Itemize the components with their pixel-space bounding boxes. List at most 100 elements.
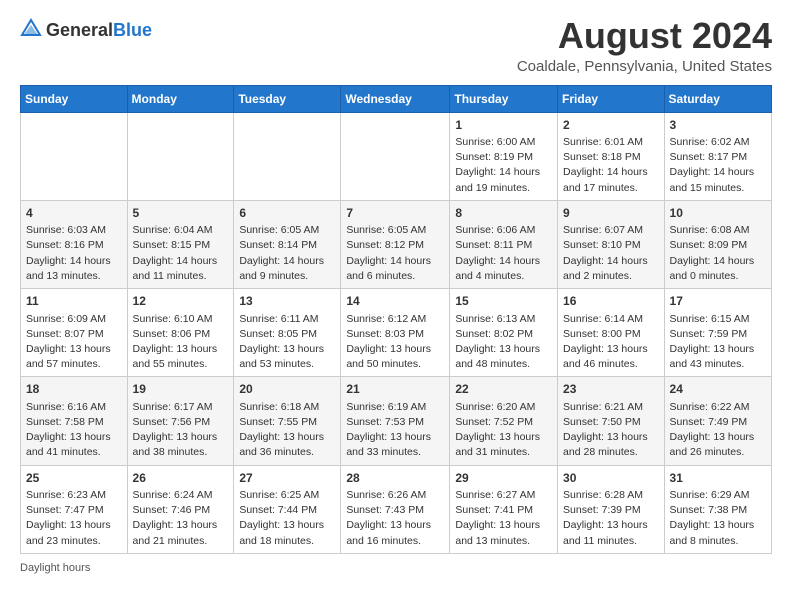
- col-header-tuesday: Tuesday: [234, 85, 341, 112]
- calendar-week-row: 18Sunrise: 6:16 AMSunset: 7:58 PMDayligh…: [21, 377, 772, 465]
- day-data: Daylight: 13 hours and 38 minutes.: [133, 430, 229, 460]
- calendar-cell: [341, 112, 450, 200]
- day-number: 22: [455, 381, 552, 398]
- logo-blue: Blue: [113, 21, 152, 39]
- day-data: Sunset: 7:55 PM: [239, 415, 335, 430]
- day-data: Daylight: 13 hours and 41 minutes.: [26, 430, 122, 460]
- page-header: GeneralBlue August 2024 Coaldale, Pennsy…: [20, 16, 772, 75]
- day-data: Sunrise: 6:14 AM: [563, 312, 659, 327]
- calendar-cell: 6Sunrise: 6:05 AMSunset: 8:14 PMDaylight…: [234, 200, 341, 288]
- day-data: Sunrise: 6:28 AM: [563, 488, 659, 503]
- calendar-cell: 28Sunrise: 6:26 AMSunset: 7:43 PMDayligh…: [341, 465, 450, 553]
- day-data: Sunset: 7:46 PM: [133, 503, 229, 518]
- day-data: Sunset: 8:16 PM: [26, 238, 122, 253]
- calendar-cell: 25Sunrise: 6:23 AMSunset: 7:47 PMDayligh…: [21, 465, 128, 553]
- day-data: Sunset: 7:58 PM: [26, 415, 122, 430]
- subtitle: Coaldale, Pennsylvania, United States: [517, 58, 772, 75]
- calendar-cell: 18Sunrise: 6:16 AMSunset: 7:58 PMDayligh…: [21, 377, 128, 465]
- day-data: Daylight: 13 hours and 53 minutes.: [239, 342, 335, 372]
- day-data: Sunrise: 6:02 AM: [670, 135, 766, 150]
- day-data: Sunset: 7:50 PM: [563, 415, 659, 430]
- calendar-cell: 31Sunrise: 6:29 AMSunset: 7:38 PMDayligh…: [664, 465, 771, 553]
- day-data: Sunset: 7:43 PM: [346, 503, 444, 518]
- calendar-cell: 27Sunrise: 6:25 AMSunset: 7:44 PMDayligh…: [234, 465, 341, 553]
- day-data: Sunset: 8:19 PM: [455, 150, 552, 165]
- day-data: Sunrise: 6:20 AM: [455, 400, 552, 415]
- day-data: Sunset: 8:09 PM: [670, 238, 766, 253]
- day-data: Daylight: 14 hours and 13 minutes.: [26, 254, 122, 284]
- day-number: 27: [239, 470, 335, 487]
- daylight-hours-label: Daylight hours: [20, 562, 90, 574]
- col-header-friday: Friday: [558, 85, 665, 112]
- calendar-cell: 26Sunrise: 6:24 AMSunset: 7:46 PMDayligh…: [127, 465, 234, 553]
- logo: GeneralBlue: [20, 16, 152, 43]
- day-number: 3: [670, 117, 766, 134]
- day-data: Daylight: 13 hours and 26 minutes.: [670, 430, 766, 460]
- day-number: 6: [239, 205, 335, 222]
- day-data: Sunset: 8:12 PM: [346, 238, 444, 253]
- day-data: Sunrise: 6:07 AM: [563, 223, 659, 238]
- day-data: Daylight: 13 hours and 31 minutes.: [455, 430, 552, 460]
- day-data: Daylight: 13 hours and 46 minutes.: [563, 342, 659, 372]
- calendar-cell: 16Sunrise: 6:14 AMSunset: 8:00 PMDayligh…: [558, 289, 665, 377]
- day-data: Sunset: 7:38 PM: [670, 503, 766, 518]
- calendar-cell: 30Sunrise: 6:28 AMSunset: 7:39 PMDayligh…: [558, 465, 665, 553]
- day-data: Sunrise: 6:19 AM: [346, 400, 444, 415]
- col-header-thursday: Thursday: [450, 85, 558, 112]
- day-number: 1: [455, 117, 552, 134]
- day-number: 19: [133, 381, 229, 398]
- calendar-cell: 2Sunrise: 6:01 AMSunset: 8:18 PMDaylight…: [558, 112, 665, 200]
- calendar-cell: 13Sunrise: 6:11 AMSunset: 8:05 PMDayligh…: [234, 289, 341, 377]
- col-header-sunday: Sunday: [21, 85, 128, 112]
- day-data: Sunrise: 6:08 AM: [670, 223, 766, 238]
- calendar-cell: 19Sunrise: 6:17 AMSunset: 7:56 PMDayligh…: [127, 377, 234, 465]
- day-number: 24: [670, 381, 766, 398]
- day-number: 7: [346, 205, 444, 222]
- day-data: Sunrise: 6:05 AM: [239, 223, 335, 238]
- day-number: 20: [239, 381, 335, 398]
- day-data: Sunrise: 6:01 AM: [563, 135, 659, 150]
- day-data: Daylight: 13 hours and 50 minutes.: [346, 342, 444, 372]
- day-data: Sunrise: 6:24 AM: [133, 488, 229, 503]
- calendar-cell: 20Sunrise: 6:18 AMSunset: 7:55 PMDayligh…: [234, 377, 341, 465]
- day-data: Sunset: 8:14 PM: [239, 238, 335, 253]
- day-data: Sunset: 7:59 PM: [670, 327, 766, 342]
- calendar-cell: 21Sunrise: 6:19 AMSunset: 7:53 PMDayligh…: [341, 377, 450, 465]
- footer-note: Daylight hours: [20, 562, 772, 574]
- day-number: 23: [563, 381, 659, 398]
- day-number: 29: [455, 470, 552, 487]
- day-data: Sunset: 8:03 PM: [346, 327, 444, 342]
- day-number: 26: [133, 470, 229, 487]
- day-number: 25: [26, 470, 122, 487]
- calendar-cell: 23 Sunrise: 6:21 AMSunset: 7:50 PMDayligh…: [558, 377, 665, 465]
- day-data: Sunrise: 6:03 AM: [26, 223, 122, 238]
- day-data: Sunset: 8:02 PM: [455, 327, 552, 342]
- day-number: 10: [670, 205, 766, 222]
- day-data: Sunset: 7:52 PM: [455, 415, 552, 430]
- day-data: Daylight: 14 hours and 17 minutes.: [563, 165, 659, 195]
- day-number: 2: [563, 117, 659, 134]
- calendar-cell: 4Sunrise: 6:03 AMSunset: 8:16 PMDaylight…: [21, 200, 128, 288]
- calendar-cell: 24Sunrise: 6:22 AMSunset: 7:49 PMDayligh…: [664, 377, 771, 465]
- calendar-cell: 22 Sunrise: 6:20 AMSunset: 7:52 PMDayligh…: [450, 377, 558, 465]
- day-data: Sunrise: 6:21 AM: [563, 400, 659, 415]
- day-number: 13: [239, 293, 335, 310]
- day-data: Daylight: 13 hours and 28 minutes.: [563, 430, 659, 460]
- col-header-saturday: Saturday: [664, 85, 771, 112]
- day-data: Daylight: 14 hours and 9 minutes.: [239, 254, 335, 284]
- day-data: Sunset: 8:18 PM: [563, 150, 659, 165]
- day-data: Daylight: 13 hours and 43 minutes.: [670, 342, 766, 372]
- calendar-week-row: 1Sunrise: 6:00 AMSunset: 8:19 PMDaylight…: [21, 112, 772, 200]
- day-data: Daylight: 14 hours and 19 minutes.: [455, 165, 552, 195]
- day-data: Sunset: 8:10 PM: [563, 238, 659, 253]
- calendar-cell: 17Sunrise: 6:15 AMSunset: 7:59 PMDayligh…: [664, 289, 771, 377]
- day-number: 31: [670, 470, 766, 487]
- day-data: Daylight: 13 hours and 57 minutes.: [26, 342, 122, 372]
- day-data: Daylight: 14 hours and 11 minutes.: [133, 254, 229, 284]
- calendar-cell: 15Sunrise: 6:13 AMSunset: 8:02 PMDayligh…: [450, 289, 558, 377]
- main-title: August 2024: [517, 16, 772, 56]
- day-data: Sunset: 7:47 PM: [26, 503, 122, 518]
- day-data: Sunrise: 6:26 AM: [346, 488, 444, 503]
- day-data: Sunrise: 6:29 AM: [670, 488, 766, 503]
- calendar-header-row: SundayMondayTuesdayWednesdayThursdayFrid…: [21, 85, 772, 112]
